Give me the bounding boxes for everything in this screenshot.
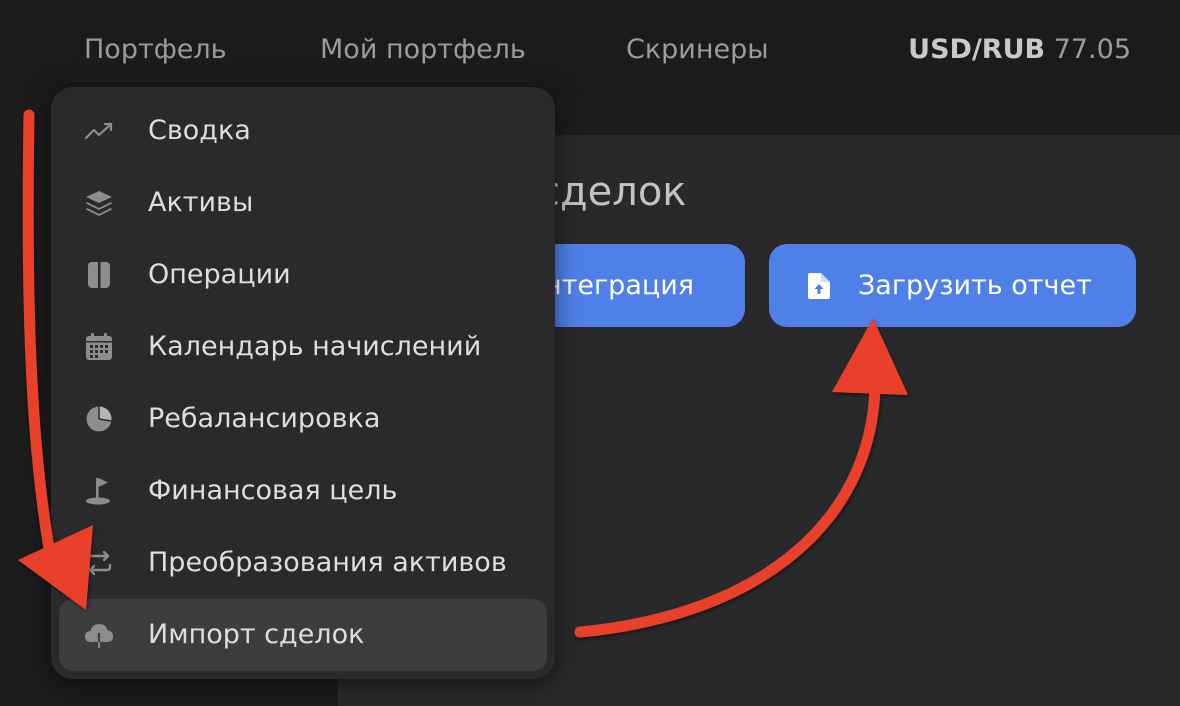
swap-arrows-icon (86, 550, 112, 576)
trending-up-icon (84, 122, 113, 140)
calendar-icon (86, 333, 112, 360)
top-navigation: Портфель Мой портфель Скринеры USD/RUB 7… (0, 0, 1180, 100)
integration-button-label: нтеграция (544, 270, 695, 301)
menu-item-label: Календарь начислений (148, 331, 482, 362)
menu-item-label: Преобразования активов (148, 547, 507, 578)
file-upload-icon (808, 273, 830, 299)
nav-screeners[interactable]: Скринеры (626, 30, 769, 70)
menu-item-operations[interactable]: Операции (59, 239, 547, 311)
currency-pair: USD/RUB (908, 34, 1046, 65)
menu-item-financial-goal[interactable]: Финансовая цель (59, 455, 547, 527)
menu-item-summary[interactable]: Сводка (59, 95, 547, 167)
portfolio-dropdown-menu: Сводка Активы Операции Календарь начисле… (51, 87, 555, 679)
menu-item-label: Ребалансировка (148, 403, 381, 434)
golf-flag-icon (86, 478, 110, 505)
nav-my-portfolio[interactable]: Мой портфель (320, 30, 526, 70)
menu-item-import-trades[interactable]: Импорт сделок (59, 599, 547, 671)
cloud-download-icon (85, 624, 113, 648)
menu-item-asset-conversions[interactable]: Преобразования активов (59, 527, 547, 599)
menu-item-label: Операции (148, 259, 291, 290)
menu-item-label: Активы (148, 187, 254, 218)
menu-item-label: Сводка (148, 115, 251, 146)
layers-icon (86, 191, 112, 216)
upload-report-button[interactable]: Загрузить отчет (769, 244, 1136, 327)
book-icon (88, 262, 110, 288)
menu-item-label: Финансовая цель (148, 475, 398, 506)
menu-item-rebalancing[interactable]: Ребалансировка (59, 383, 547, 455)
nav-portfolio[interactable]: Портфель (84, 30, 227, 70)
currency-rate-value: 77.05 (1053, 34, 1131, 65)
currency-rate: USD/RUB 77.05 (908, 30, 1131, 70)
pie-chart-icon (86, 406, 112, 432)
menu-item-calendar[interactable]: Календарь начислений (59, 311, 547, 383)
menu-item-label: Импорт сделок (148, 619, 365, 650)
menu-item-assets[interactable]: Активы (59, 167, 547, 239)
upload-report-button-label: Загрузить отчет (858, 270, 1092, 301)
page-title: сделок (538, 169, 687, 215)
